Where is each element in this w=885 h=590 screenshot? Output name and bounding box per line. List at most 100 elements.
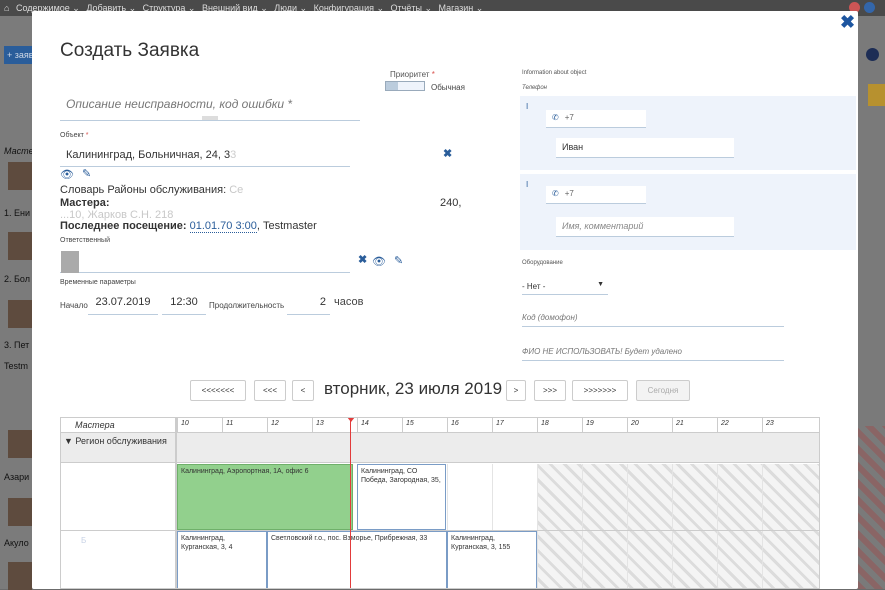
phone-name-input[interactable]: Имя, комментарий [556, 217, 734, 237]
off-hours-hatch [537, 464, 819, 588]
fio-input[interactable]: ФИО НЕ ИСПОЛЬЗОВАТЬ! Будет удалено [522, 341, 784, 361]
current-time-marker-icon [347, 418, 355, 422]
grid-line [762, 464, 763, 588]
grid-line [537, 464, 538, 588]
bg-label-3: 3. Пет [4, 340, 30, 350]
bg-yellow-badge [868, 84, 885, 106]
hour-header: 23 [762, 418, 807, 433]
start-label: Начало [60, 301, 88, 310]
phone-number-input[interactable]: ✆ +7 [546, 110, 646, 128]
hour-header: 15 [402, 418, 447, 433]
object-view-eye-icon[interactable]: 👁 [60, 168, 74, 181]
hour-header: 19 [582, 418, 627, 433]
user-icon[interactable] [864, 2, 875, 13]
equipment-label: Оборудование [522, 260, 563, 266]
forward-3-days-button[interactable]: >>> [534, 380, 566, 401]
bg-label-1: 1. Ени [4, 208, 31, 218]
bg-label-masters: Мастера [4, 146, 32, 156]
duration-input[interactable]: 2 [287, 294, 330, 315]
phone-entry-1: I ✆ +7 Иван [520, 96, 856, 170]
schedule-event[interactable]: Калининград, СО Победа, Загородная, 35, [357, 464, 446, 530]
equipment-select[interactable]: - Нет - ▼ [522, 279, 608, 295]
bg-avatar [8, 300, 32, 328]
bg-stripes [858, 426, 885, 589]
background-right [858, 16, 885, 589]
priority-label: Приоритет * [390, 70, 435, 79]
bg-avatar [8, 162, 32, 190]
back-week-button[interactable]: <<<<<<< [190, 380, 246, 401]
responsible-avatar [61, 251, 79, 273]
drag-handle-icon[interactable]: I [526, 180, 528, 189]
object-edit-pencil-icon[interactable]: ✎ [82, 167, 91, 180]
hour-header: 22 [717, 418, 762, 433]
object-info-label: Information about object [522, 70, 587, 76]
responsible-view-eye-icon[interactable]: 👁 [372, 255, 386, 268]
drag-handle-icon[interactable]: I [526, 102, 528, 111]
region-label: ▼ Регион обслуживания [64, 436, 167, 446]
intercom-code-input[interactable]: Код (домофон) [522, 307, 784, 327]
schedule-event[interactable]: Светловский г.о., пос. Взморье, Прибрежн… [267, 531, 447, 588]
object-label: Объект * [60, 132, 89, 139]
grid-line [627, 464, 628, 588]
bg-label-5: Азари [4, 472, 30, 482]
back-3-days-button[interactable]: <<< [254, 380, 286, 401]
grid-line [717, 464, 718, 588]
create-request-modal: Создать Заявка Описание неисправности, к… [32, 11, 858, 589]
hour-header: 12 [267, 418, 312, 433]
start-time-input[interactable]: 12:30 [162, 294, 206, 315]
resize-handle[interactable] [202, 116, 218, 120]
last-visit-link[interactable]: 01.01.70 3:00 [189, 220, 257, 233]
bg-avatar [8, 562, 32, 590]
start-date-input[interactable]: 23.07.2019 [88, 294, 158, 315]
forward-day-button[interactable]: > [506, 380, 526, 401]
hour-header: 16 [447, 418, 492, 433]
hour-header: 18 [537, 418, 582, 433]
dropdown-arrow-icon: ▼ [597, 281, 604, 288]
schedule-timeline: Мастера 10 11 12 13 14 15 16 17 18 19 20 21 22 23 ▼ Р… [60, 417, 820, 589]
responsible-label: Ответственный [60, 237, 110, 244]
priority-value: Обычная [431, 83, 465, 92]
bg-avatar [8, 232, 32, 260]
priority-slider[interactable] [385, 81, 425, 91]
schedule-event[interactable]: Калининград, Аэропортная, 1А, офис 6 [177, 464, 353, 530]
bg-label-4: Testm [4, 361, 29, 371]
object-clear-icon[interactable]: ✖ [443, 147, 452, 160]
grid-line [582, 464, 583, 588]
masters-info-tail: 240, [440, 197, 462, 209]
grid-line [672, 464, 673, 588]
responsible-clear-icon[interactable]: ✖ [358, 253, 367, 266]
slider-handle[interactable] [386, 82, 398, 90]
master-name: Б [81, 536, 87, 545]
current-time-line [350, 418, 351, 588]
bg-label-6: Акуло [4, 538, 29, 548]
hour-header: 17 [492, 418, 537, 433]
masters-info: Мастера: [60, 197, 110, 209]
object-input[interactable]: Калининград, Больничная, 24, 33 [60, 147, 350, 167]
close-icon[interactable]: ✖ [840, 13, 855, 31]
time-params-label: Временные параметры [60, 279, 136, 286]
modal-title: Создать Заявка [60, 40, 200, 61]
bg-label-2: 2. Бол [4, 274, 30, 284]
phone-name-input[interactable]: Иван [556, 138, 734, 158]
masters-column-header: Мастера [75, 420, 115, 430]
hour-header: 14 [357, 418, 402, 433]
hour-header: 21 [672, 418, 717, 433]
responsible-edit-pencil-icon[interactable]: ✎ [394, 254, 403, 267]
bg-avatar [8, 430, 32, 458]
today-button[interactable]: Сегодня [636, 380, 690, 401]
responsible-input[interactable] [60, 251, 350, 273]
schedule-event[interactable]: Калининград, Курганская, 3, 155 [447, 531, 537, 588]
bg-add-button[interactable]: + заявку [4, 46, 32, 64]
forward-week-button[interactable]: >>>>>>> [572, 380, 628, 401]
current-date-label: вторник, 23 июля 2019 [324, 379, 503, 398]
home-icon[interactable]: ⌂ [4, 3, 9, 13]
phone-label: Телефон [522, 85, 547, 91]
phone-entry-2: I ✆ +7 Имя, комментарий [520, 174, 856, 250]
back-day-button[interactable]: < [292, 380, 314, 401]
phone-number-input[interactable]: ✆ +7 [546, 186, 646, 204]
phone-icon: ✆ [552, 113, 559, 122]
bg-avatar [8, 498, 32, 526]
schedule-event[interactable]: Калининград, Курганская, 3, 4 [177, 531, 267, 588]
phone-icon: ✆ [552, 189, 559, 198]
duration-label: Продолжительность [209, 301, 285, 310]
